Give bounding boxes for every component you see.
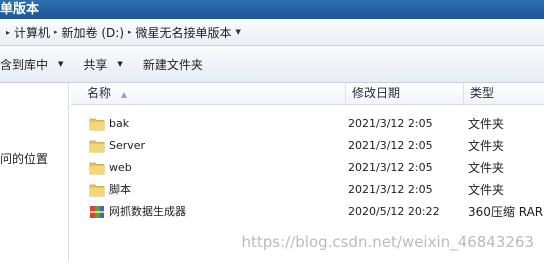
chevron-down-icon: ▼	[117, 60, 123, 68]
rar-archive-icon	[89, 205, 105, 219]
file-type: 文件夹	[468, 161, 505, 175]
file-row[interactable]: 网抓数据生成器 2020/5/12 20:22 360压缩 RAR 文	[71, 201, 544, 223]
file-name: bak	[109, 117, 130, 130]
file-type: 360压缩 RAR 文	[468, 205, 544, 219]
chevron-down-icon: ▼	[58, 60, 64, 68]
column-header-type[interactable]: 类型	[464, 83, 544, 104]
column-header-date[interactable]: 修改日期	[346, 83, 464, 104]
watermark: https://blog.csdn.net/weixin_46843263	[241, 233, 534, 251]
new-folder-button[interactable]: 新建文件夹	[133, 46, 213, 82]
folder-icon	[89, 139, 105, 153]
navigation-pane: 问的位置	[0, 83, 69, 261]
include-in-library-button[interactable]: 含到库中 ▼	[0, 46, 73, 82]
chevron-right-icon[interactable]: ▸	[128, 28, 132, 36]
file-modified-date: 2021/3/12 2:05	[348, 183, 433, 196]
breadcrumb-label: 计算机	[14, 25, 51, 40]
column-label: 名称	[87, 86, 112, 100]
button-label: 共享	[83, 57, 108, 72]
file-modified-date: 2021/3/12 2:05	[348, 161, 433, 174]
file-name: 网抓数据生成器	[109, 205, 186, 218]
button-label: 新建文件夹	[142, 57, 203, 72]
file-type: 文件夹	[468, 139, 505, 153]
file-type: 文件夹	[468, 183, 505, 197]
nav-item-recent-places[interactable]: 问的位置	[0, 150, 48, 167]
column-header-name[interactable]: 名称 ▲	[71, 83, 346, 104]
chevron-right-icon[interactable]: ▸	[54, 28, 58, 36]
share-button[interactable]: 共享 ▼	[73, 46, 132, 82]
breadcrumb-drive[interactable]: 新加卷 (D:) ▸	[62, 24, 132, 41]
file-type: 文件夹	[468, 117, 505, 131]
column-label: 修改日期	[352, 86, 401, 100]
file-name: web	[109, 161, 132, 174]
breadcrumb-label: 微星无名接单版本	[135, 25, 232, 40]
file-row[interactable]: web 2021/3/12 2:05 文件夹	[71, 157, 544, 179]
sort-up-icon: ▲	[121, 90, 128, 99]
file-row[interactable]: 脚本 2021/3/12 2:05 文件夹	[71, 179, 544, 201]
chevron-down-icon[interactable]: ▼	[236, 28, 241, 36]
breadcrumb-label: 新加卷 (D:)	[61, 25, 125, 40]
window-title: 单版本	[0, 2, 40, 17]
column-label: 类型	[470, 86, 495, 100]
file-name: Server	[109, 139, 146, 152]
address-bar[interactable]: ▸ 计算机 ▸ 新加卷 (D:) ▸ 微星无名接单版本 ▼	[0, 19, 544, 46]
column-header-row: 名称 ▲ 修改日期 类型	[71, 83, 544, 105]
file-row[interactable]: bak 2021/3/12 2:05 文件夹	[71, 113, 544, 135]
breadcrumb-folder[interactable]: 微星无名接单版本 ▼	[136, 24, 241, 41]
file-modified-date: 2021/3/12 2:05	[348, 117, 433, 130]
window-title-bar: 单版本	[0, 0, 544, 19]
folder-icon	[89, 161, 105, 175]
file-modified-date: 2021/3/12 2:05	[348, 139, 433, 152]
file-modified-date: 2020/5/12 20:22	[348, 205, 440, 218]
breadcrumb-computer[interactable]: 计算机 ▸	[14, 24, 58, 41]
chevron-right-icon: ▸	[6, 27, 11, 37]
nav-item-label: 问的位置	[0, 152, 49, 166]
file-name: 脚本	[109, 183, 131, 196]
button-label: 含到库中	[0, 57, 49, 72]
folder-icon	[89, 183, 105, 197]
folder-icon	[89, 117, 105, 131]
file-row[interactable]: Server 2021/3/12 2:05 文件夹	[71, 135, 544, 157]
command-toolbar: 含到库中 ▼ 共享 ▼ 新建文件夹	[0, 46, 544, 83]
